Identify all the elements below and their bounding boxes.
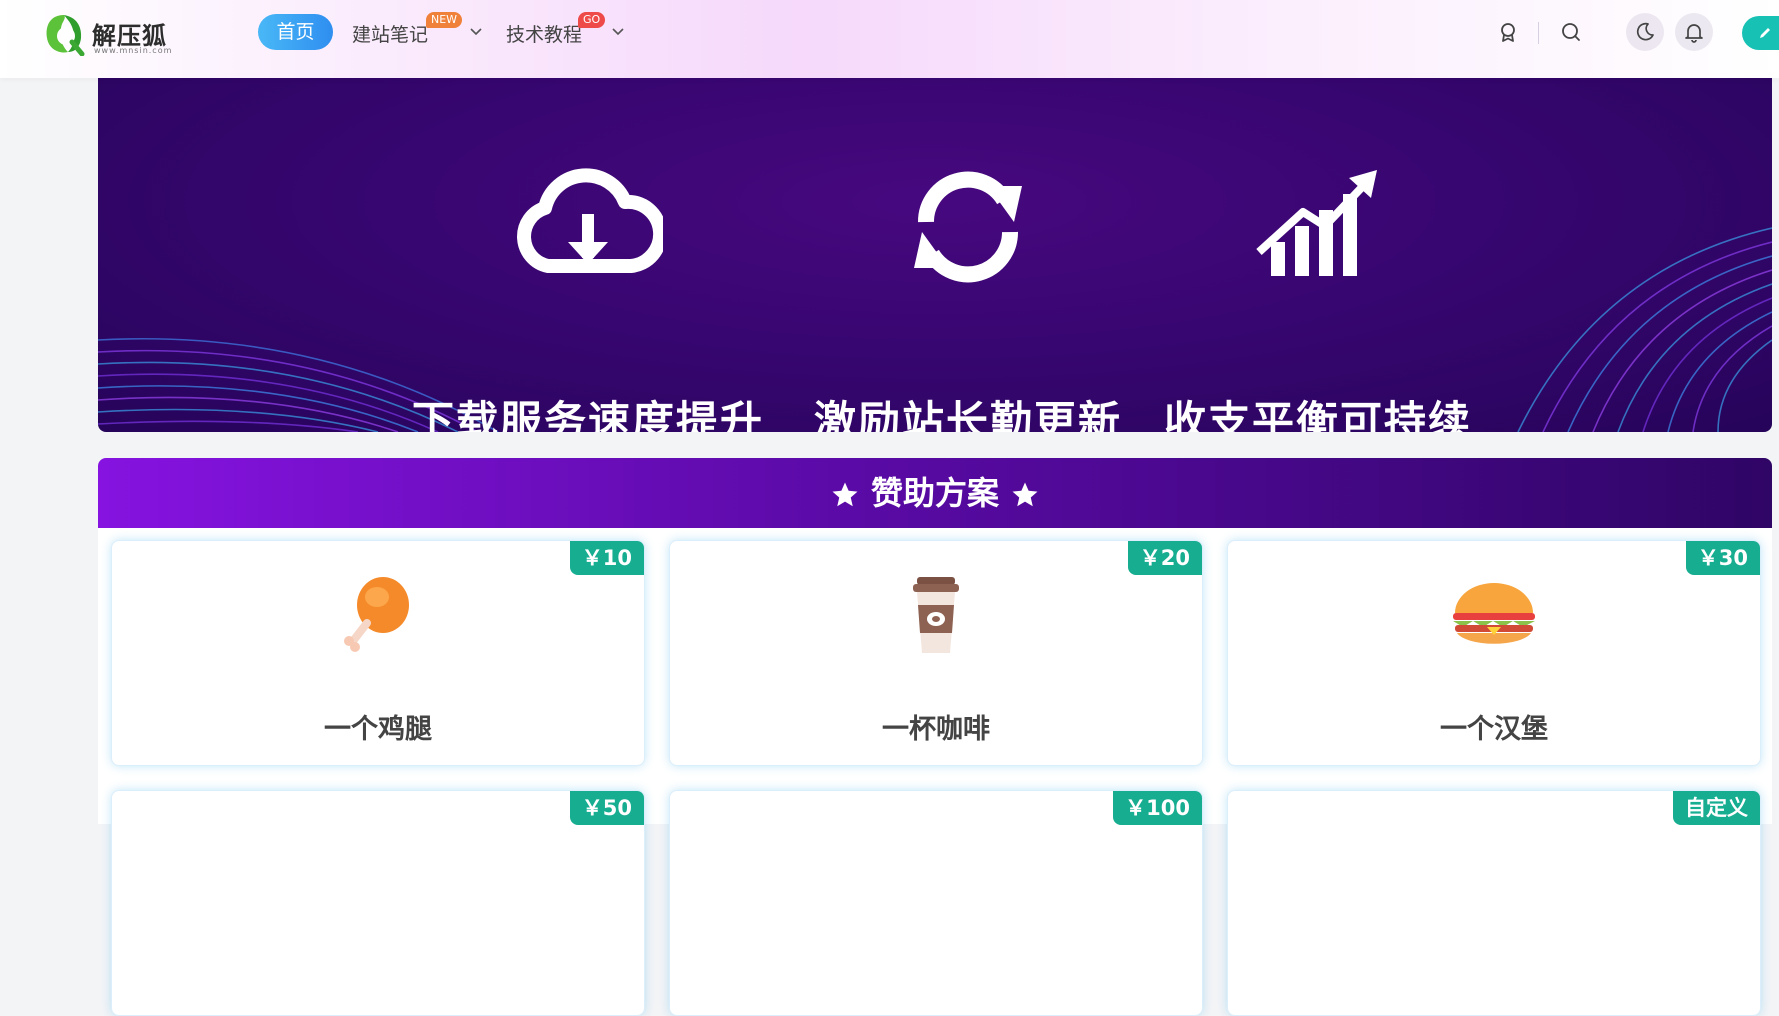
nav-home[interactable]: 首页: [258, 14, 333, 50]
plan-card-coffee[interactable]: ￥20 一杯咖啡: [669, 540, 1203, 766]
sponsor-section-header: 赞助方案: [98, 458, 1772, 528]
plan-label: 一个鸡腿: [324, 714, 432, 745]
price-tag: ￥10: [569, 541, 644, 575]
feature-label: 收支平衡可持续: [1163, 397, 1472, 432]
moon-icon: [1636, 22, 1654, 41]
price-tag: ￥50: [569, 791, 644, 825]
feature-download-speed: 下载服务速度提升: [398, 166, 778, 432]
coffee-cup-icon: [913, 577, 959, 653]
price-tag: ￥30: [1685, 541, 1760, 575]
logo-subtext: www.mnsin.com: [94, 46, 173, 55]
site-logo[interactable]: 解压狐 www.mnsin.com: [42, 12, 182, 58]
refresh-icon: [914, 171, 1022, 283]
chevron-down-icon[interactable]: [470, 27, 482, 37]
burger-icon: [1453, 583, 1535, 644]
edit-icon: [1760, 28, 1770, 38]
new-badge: NEW: [426, 12, 463, 28]
sponsor-plans: ￥10 一个鸡腿 ￥20 一杯咖啡 ￥30 一个汉堡 ￥50 ￥100 自定义: [98, 528, 1772, 1016]
star-icon: [1012, 482, 1038, 507]
price-tag: ￥100: [1113, 791, 1202, 825]
chevron-down-icon[interactable]: [612, 27, 624, 37]
plan-card-chicken[interactable]: ￥10 一个鸡腿: [111, 540, 645, 766]
feature-label: 激励站长勤更新: [813, 397, 1122, 432]
growth-chart-icon: [1256, 170, 1377, 276]
go-badge: GO: [578, 12, 606, 28]
leaf-logo-icon: [46, 15, 85, 56]
medal-icon[interactable]: [1496, 20, 1520, 44]
top-header: 解压狐 www.mnsin.com 首页 建站笔记 NEW 技术教程 GO: [0, 0, 1779, 78]
chicken-leg-icon: [344, 577, 409, 652]
bell-icon: [1685, 24, 1703, 43]
feature-balance: 收支平衡可持续: [1148, 166, 1488, 432]
cloud-download-icon: [517, 168, 663, 273]
plan-label: 一个汉堡: [1440, 714, 1548, 745]
nav-tutorials[interactable]: 技术教程: [506, 20, 582, 47]
price-tag: 自定义: [1673, 791, 1760, 825]
star-icon: [832, 482, 858, 507]
header-divider: [1538, 22, 1539, 44]
nav-site-notes[interactable]: 建站笔记: [352, 20, 428, 47]
publish-button[interactable]: [1742, 16, 1779, 50]
sponsor-title: 赞助方案: [870, 474, 999, 512]
search-icon[interactable]: [1559, 20, 1583, 44]
feature-label: 下载服务速度提升: [411, 397, 764, 432]
feature-encourage-updates: 激励站长勤更新: [798, 166, 1138, 432]
plan-card-burger[interactable]: ￥30 一个汉堡: [1227, 540, 1761, 766]
plan-label: 一杯咖啡: [882, 714, 990, 745]
promo-banner: 下载服务速度提升 激励站长勤更新 收支平衡可持续: [98, 78, 1772, 432]
price-tag: ￥20: [1127, 541, 1202, 575]
